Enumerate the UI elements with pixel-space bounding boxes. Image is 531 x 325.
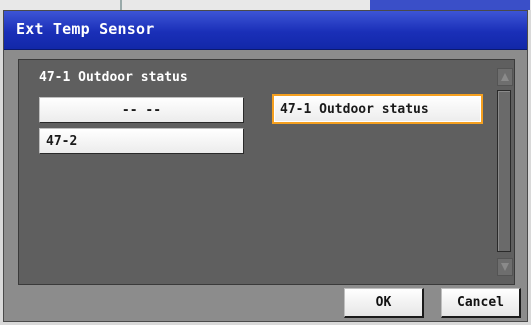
option-label: 47-2 bbox=[46, 133, 78, 149]
dialog-title: Ext Temp Sensor bbox=[16, 20, 155, 38]
scroll-track[interactable] bbox=[497, 90, 511, 252]
ok-button[interactable]: OK bbox=[344, 288, 424, 318]
dialog-title-bar: Ext Temp Sensor bbox=[4, 11, 527, 50]
background-divider bbox=[120, 0, 122, 10]
selection-panel: 47-1 Outdoor status -- -- 47-1 Outdoor s… bbox=[18, 59, 515, 285]
ok-button-label: OK bbox=[375, 295, 392, 310]
option-none-button[interactable]: -- -- bbox=[39, 97, 244, 123]
option-label: 47-1 Outdoor status bbox=[280, 101, 429, 117]
cancel-button[interactable]: Cancel bbox=[441, 288, 521, 318]
option-47-1-button[interactable]: 47-1 Outdoor status bbox=[272, 94, 483, 124]
background-window bbox=[0, 0, 531, 10]
ext-temp-sensor-dialog: Ext Temp Sensor 47-1 Outdoor status -- -… bbox=[3, 10, 528, 322]
list-scrollbar[interactable] bbox=[497, 68, 513, 280]
cancel-button-label: Cancel bbox=[457, 295, 504, 310]
scroll-down-arrow-icon[interactable] bbox=[497, 258, 513, 276]
scroll-up-arrow-icon[interactable] bbox=[497, 68, 513, 86]
current-selection-label: 47-1 Outdoor status bbox=[39, 70, 188, 85]
option-label: -- -- bbox=[121, 102, 162, 118]
option-47-2-button[interactable]: 47-2 bbox=[39, 128, 244, 154]
background-bar bbox=[370, 0, 530, 10]
